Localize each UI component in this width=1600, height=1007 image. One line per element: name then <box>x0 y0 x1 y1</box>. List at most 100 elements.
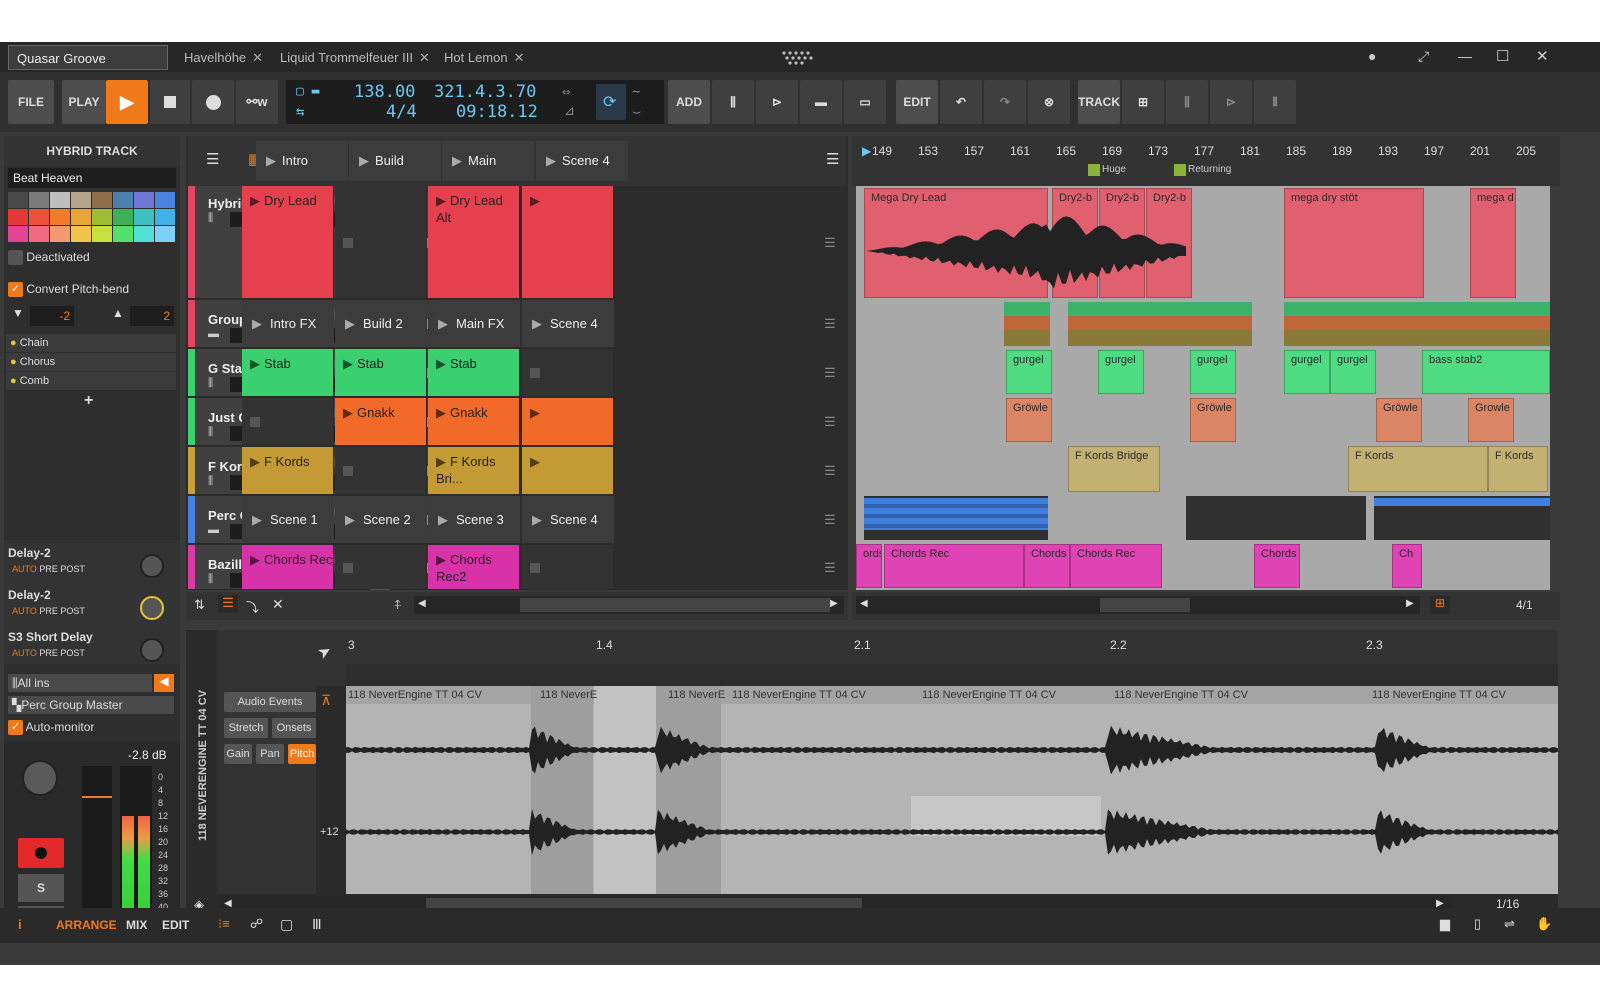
tab-hot-lemon[interactable]: Hot Lemon ✕ <box>436 45 536 70</box>
pitch-bend-up-field[interactable]: 2 <box>130 306 174 326</box>
minimize-button[interactable]: — <box>1458 48 1472 64</box>
color-swatch[interactable] <box>155 209 175 225</box>
scene-menu-icon[interactable]: ☰ <box>824 365 836 381</box>
audio-event-lane[interactable]: 118 NeverEngine TT 04 CV 118 NeverE 118 Ne… <box>346 686 1558 894</box>
scene-slot-header[interactable]: ▶ Scene 4 <box>536 141 628 181</box>
pointer-tool-icon[interactable]: ➤ <box>314 640 336 664</box>
audio-event-label[interactable]: 118 NeverE <box>668 689 725 701</box>
audio-event-label[interactable]: 118 NeverEngine TT 04 CV <box>348 689 482 701</box>
clip-slot[interactable]: ▶ F Kords <box>242 447 334 494</box>
onsets-tab[interactable]: Onsets <box>272 718 316 738</box>
fullscreen-icon[interactable]: ⤢ <box>1418 48 1429 65</box>
arranger-clip[interactable]: gurgel <box>1190 350 1236 394</box>
clip-slot[interactable]: ▶ Chords Rec <box>242 545 334 589</box>
file-icon[interactable]: ▯ <box>1474 916 1481 932</box>
play-clip-icon[interactable]: ▶ <box>436 552 446 567</box>
play-clip-icon[interactable]: ▶ <box>343 356 353 371</box>
send-knob[interactable] <box>140 596 164 620</box>
play-clip-icon[interactable]: ▶ <box>250 356 260 371</box>
scene-slot-header[interactable]: ▶ Intro <box>256 141 348 181</box>
volume-fader[interactable] <box>82 766 112 926</box>
output-select[interactable]: ▚Perc Group Master <box>8 696 174 714</box>
settings-sliders-icon[interactable]: ⇌ <box>1504 916 1515 932</box>
convert-pitch-bend-toggle[interactable]: ✓ Convert Pitch-bend <box>8 282 129 298</box>
color-swatch[interactable] <box>71 192 91 208</box>
audio-event-label[interactable]: 118 NeverEngine TT 04 CV <box>1114 689 1248 701</box>
pre-label[interactable]: PRE <box>39 564 58 574</box>
position-beats-display[interactable]: 321.4.3.70 <box>434 82 536 102</box>
stop-button[interactable] <box>150 80 190 124</box>
arranger-clip[interactable]: gurgel <box>1098 350 1144 394</box>
send-knob[interactable] <box>140 638 164 662</box>
color-swatch[interactable] <box>71 209 91 225</box>
color-swatch[interactable] <box>50 192 70 208</box>
launch-icon[interactable]: ▶ <box>345 316 355 331</box>
auto-label[interactable]: AUTO <box>12 648 37 658</box>
color-swatch[interactable] <box>29 209 49 225</box>
time-signature-display[interactable]: 4/4 <box>386 102 417 122</box>
record-button[interactable] <box>192 80 234 124</box>
clip-slot[interactable] <box>522 545 614 589</box>
audio-event-label[interactable]: 118 NeverE <box>540 689 597 701</box>
clip-slot[interactable]: ▶ Dry Lead Alt <box>428 186 520 298</box>
group-scene-slot[interactable]: ▶ Scene 4 <box>522 300 614 347</box>
scroll-right-icon[interactable]: ▶ <box>1406 598 1414 609</box>
close-window-button[interactable]: ✕ <box>1536 47 1549 65</box>
clip-slot[interactable] <box>335 545 427 589</box>
arranger-clip[interactable]: Growle <box>1468 398 1514 442</box>
clip-slot[interactable] <box>522 349 614 396</box>
groove-icon[interactable]: ∼ <box>632 84 640 100</box>
post-label[interactable]: POST <box>60 564 85 574</box>
pre-label[interactable]: PRE <box>39 648 58 658</box>
arranger-clip[interactable]: mega d <box>1470 188 1516 298</box>
group-scene-slot[interactable]: ▶ Main FX <box>428 300 520 347</box>
arrange-view-button[interactable]: ARRANGE <box>56 918 117 932</box>
pitch-tab[interactable]: Pitch <box>288 744 316 764</box>
arranger-clip[interactable]: Chords Rec <box>884 544 1024 588</box>
pre-label[interactable]: PRE <box>39 606 58 616</box>
preset-name-field[interactable]: Beat Heaven <box>8 168 176 188</box>
play-clip-icon[interactable]: ▶ <box>250 193 260 208</box>
post-label[interactable]: POST <box>60 606 85 616</box>
pre-roll-icon[interactable]: ⊿ <box>564 104 575 119</box>
monitor-button[interactable]: ◀ <box>154 674 174 692</box>
color-swatch[interactable] <box>29 226 49 242</box>
auto-label[interactable]: AUTO <box>12 606 37 616</box>
launch-icon[interactable]: ▶ <box>438 512 448 527</box>
arranger-clip[interactable]: Gröwle <box>1376 398 1422 442</box>
redo-icon[interactable]: ↷ <box>984 80 1026 124</box>
arranger-clip[interactable]: bass stab2 <box>1422 350 1550 394</box>
fx-item[interactable]: ● Chain <box>6 334 176 352</box>
launch-icon[interactable]: ▶ <box>252 316 262 331</box>
play-clip-icon[interactable]: ▶ <box>530 454 540 469</box>
color-swatch[interactable] <box>8 209 28 225</box>
track-menu-icon[interactable]: ☰ <box>206 150 219 168</box>
tab-liquid-trommelfeuer[interactable]: Liquid Trommelfeuer III ✕ <box>272 45 432 70</box>
color-swatch[interactable] <box>134 226 154 242</box>
mixer-panel-icon[interactable]: Ⅲ <box>312 916 322 933</box>
tempo-sync-icon[interactable]: ⇆ <box>296 104 304 120</box>
arranger-clip[interactable]: ords <box>856 544 882 588</box>
clip-slot[interactable] <box>242 398 334 445</box>
color-swatch[interactable] <box>155 192 175 208</box>
info-icon[interactable]: i <box>18 917 22 932</box>
clip-slot[interactable]: ▶ F Kords Bri... <box>428 447 520 494</box>
clip-slot[interactable]: ▶ Stab <box>428 349 520 396</box>
play-clip-icon[interactable]: ▶ <box>436 405 446 420</box>
group-clip[interactable] <box>1068 302 1252 346</box>
audio-events-tab[interactable]: Audio Events <box>224 692 316 712</box>
scroll-right-icon[interactable]: ▶ <box>830 598 838 609</box>
auto-label[interactable]: AUTO <box>12 564 37 574</box>
link-icon[interactable]: ☍ <box>250 916 263 932</box>
clip-slot[interactable]: ▶ Gnakk <box>428 398 520 445</box>
clip-slot[interactable]: ▶ <box>522 398 614 445</box>
group-scene-slot[interactable]: ▶ Scene 1 <box>242 496 334 543</box>
color-swatch[interactable] <box>92 192 112 208</box>
add-fx-button[interactable]: + <box>84 392 93 410</box>
color-swatch[interactable] <box>50 226 70 242</box>
position-time-display[interactable]: 09:18.12 <box>456 102 538 122</box>
color-swatch[interactable] <box>92 209 112 225</box>
tempo-display[interactable]: 138.00 <box>354 82 415 102</box>
color-swatch[interactable] <box>134 192 154 208</box>
loop-button[interactable]: ⟳ <box>596 84 626 120</box>
